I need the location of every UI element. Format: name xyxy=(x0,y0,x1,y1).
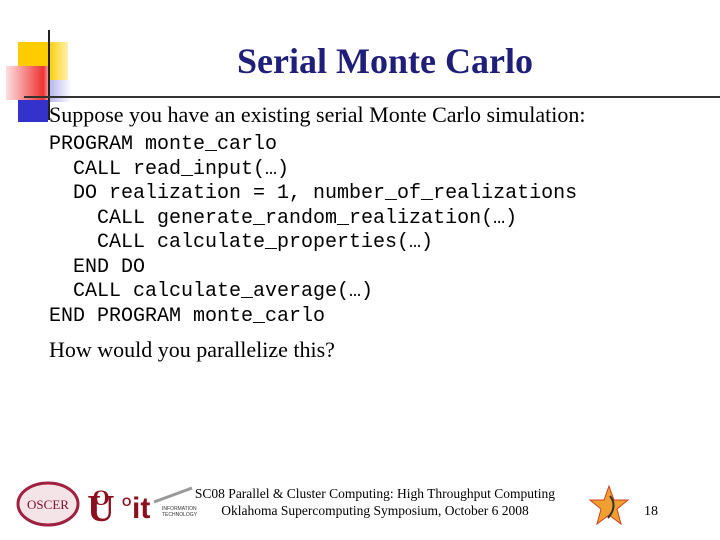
footer: SC08 Parallel & Cluster Computing: High … xyxy=(180,485,570,519)
slide-title: Serial Monte Carlo xyxy=(237,41,533,81)
question-text: How would you parallelize this? xyxy=(49,337,335,362)
oscer-logo: OSCER xyxy=(16,481,80,527)
decoration-blue-square xyxy=(18,100,48,122)
svg-text:O: O xyxy=(92,485,109,510)
ou-logo: U O xyxy=(87,485,114,527)
code-line: END DO xyxy=(49,255,146,279)
svg-text:O: O xyxy=(122,495,131,509)
symposium-star-logo xyxy=(588,484,630,526)
slide: Serial Monte Carlo Suppose you have an e… xyxy=(0,0,720,540)
code-line: CALL calculate_average(…) xyxy=(49,280,374,303)
code-line: DO realization = 1, number_of_realizatio… xyxy=(49,182,578,205)
code-line: CALL generate_random_realization(…) xyxy=(49,206,518,230)
decoration-horizontal-line xyxy=(24,96,720,98)
code-line: CALL calculate_properties(…) xyxy=(49,231,434,254)
svg-text:OSCER: OSCER xyxy=(27,497,69,512)
code-line: END PROGRAM monte_carlo xyxy=(49,304,326,328)
code-line: PROGRAM monte_carlo xyxy=(49,133,278,156)
footer-line-2: Oklahoma Supercomputing Symposium, Octob… xyxy=(221,503,529,518)
decoration-red-square xyxy=(6,66,50,100)
intro-text: Suppose you have an existing serial Mont… xyxy=(49,102,586,127)
footer-line-1: SC08 Parallel & Cluster Computing: High … xyxy=(194,486,556,501)
page-number: 18 xyxy=(644,504,658,519)
code-line: CALL read_input(…) xyxy=(49,157,290,181)
svg-text:it: it xyxy=(132,492,150,525)
decoration-light-blue-square xyxy=(50,80,72,102)
code-block: PROGRAM monte_carlo CALL read_input(…) D… xyxy=(49,133,577,329)
